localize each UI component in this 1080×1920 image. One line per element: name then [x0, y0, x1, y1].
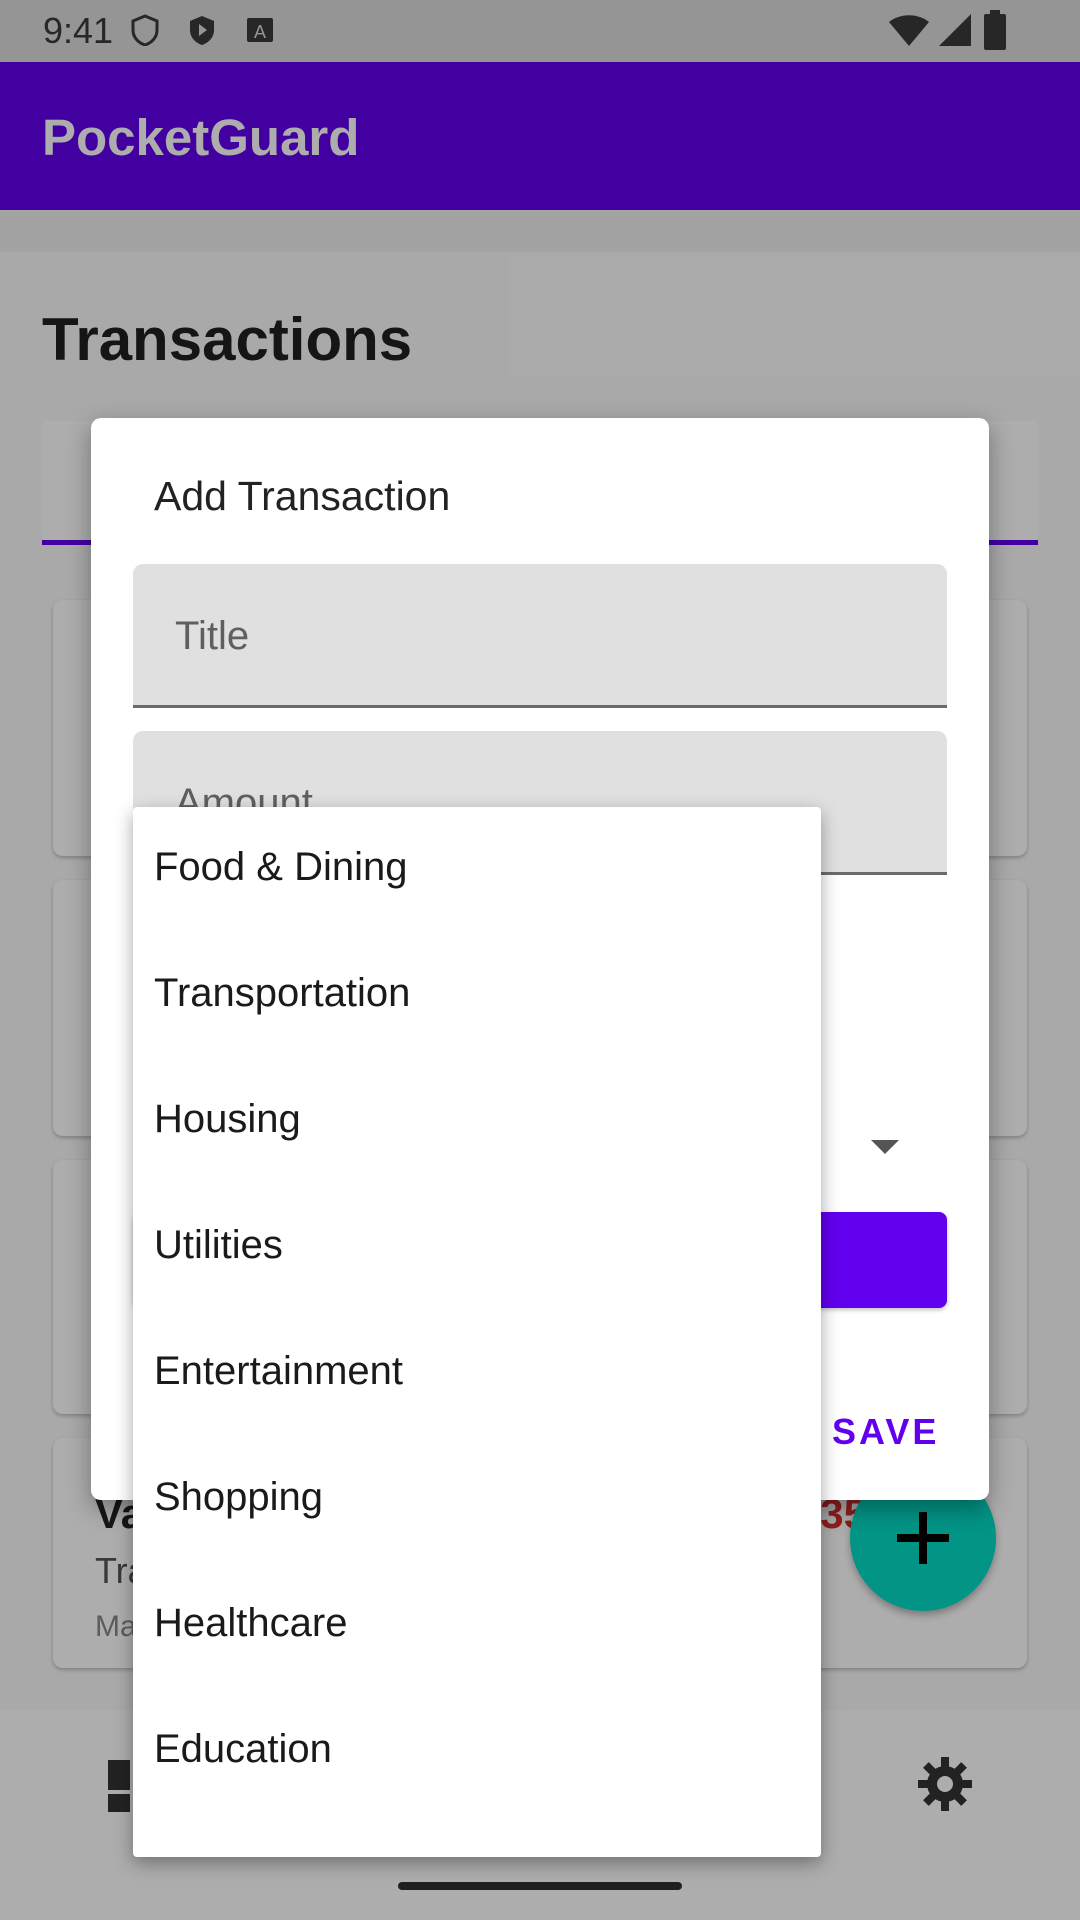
menu-item-label: Utilities [154, 1223, 283, 1267]
menu-item-label: Shopping [154, 1475, 324, 1519]
menu-item-housing[interactable]: Housing [133, 1059, 821, 1185]
menu-item-label: Entertainment [154, 1349, 404, 1393]
dropdown-arrow-icon[interactable] [871, 1140, 899, 1154]
menu-item-label: Food & Dining [154, 845, 408, 889]
menu-item-label: Housing [154, 1097, 301, 1141]
menu-item-food-dining[interactable]: Food & Dining [133, 807, 821, 933]
menu-item-utilities[interactable]: Utilities [133, 1185, 821, 1311]
title-field[interactable]: Title [133, 564, 947, 708]
dialog-title: Add Transaction [154, 473, 451, 519]
category-menu: Food & Dining Transportation Housing Uti… [133, 807, 821, 1857]
home-indicator[interactable] [398, 1882, 682, 1890]
menu-item-transportation[interactable]: Transportation [133, 933, 821, 1059]
menu-item-shopping[interactable]: Shopping [133, 1437, 821, 1563]
menu-item-education[interactable]: Education [133, 1689, 821, 1815]
menu-item-label: Education [154, 1727, 332, 1771]
title-field-label: Title [175, 614, 250, 658]
menu-item-entertainment[interactable]: Entertainment [133, 1311, 821, 1437]
menu-item-label: Transportation [154, 971, 411, 1015]
menu-item-label: Healthcare [154, 1601, 348, 1645]
menu-item-healthcare[interactable]: Healthcare [133, 1563, 821, 1689]
save-button[interactable]: SAVE [832, 1411, 939, 1453]
